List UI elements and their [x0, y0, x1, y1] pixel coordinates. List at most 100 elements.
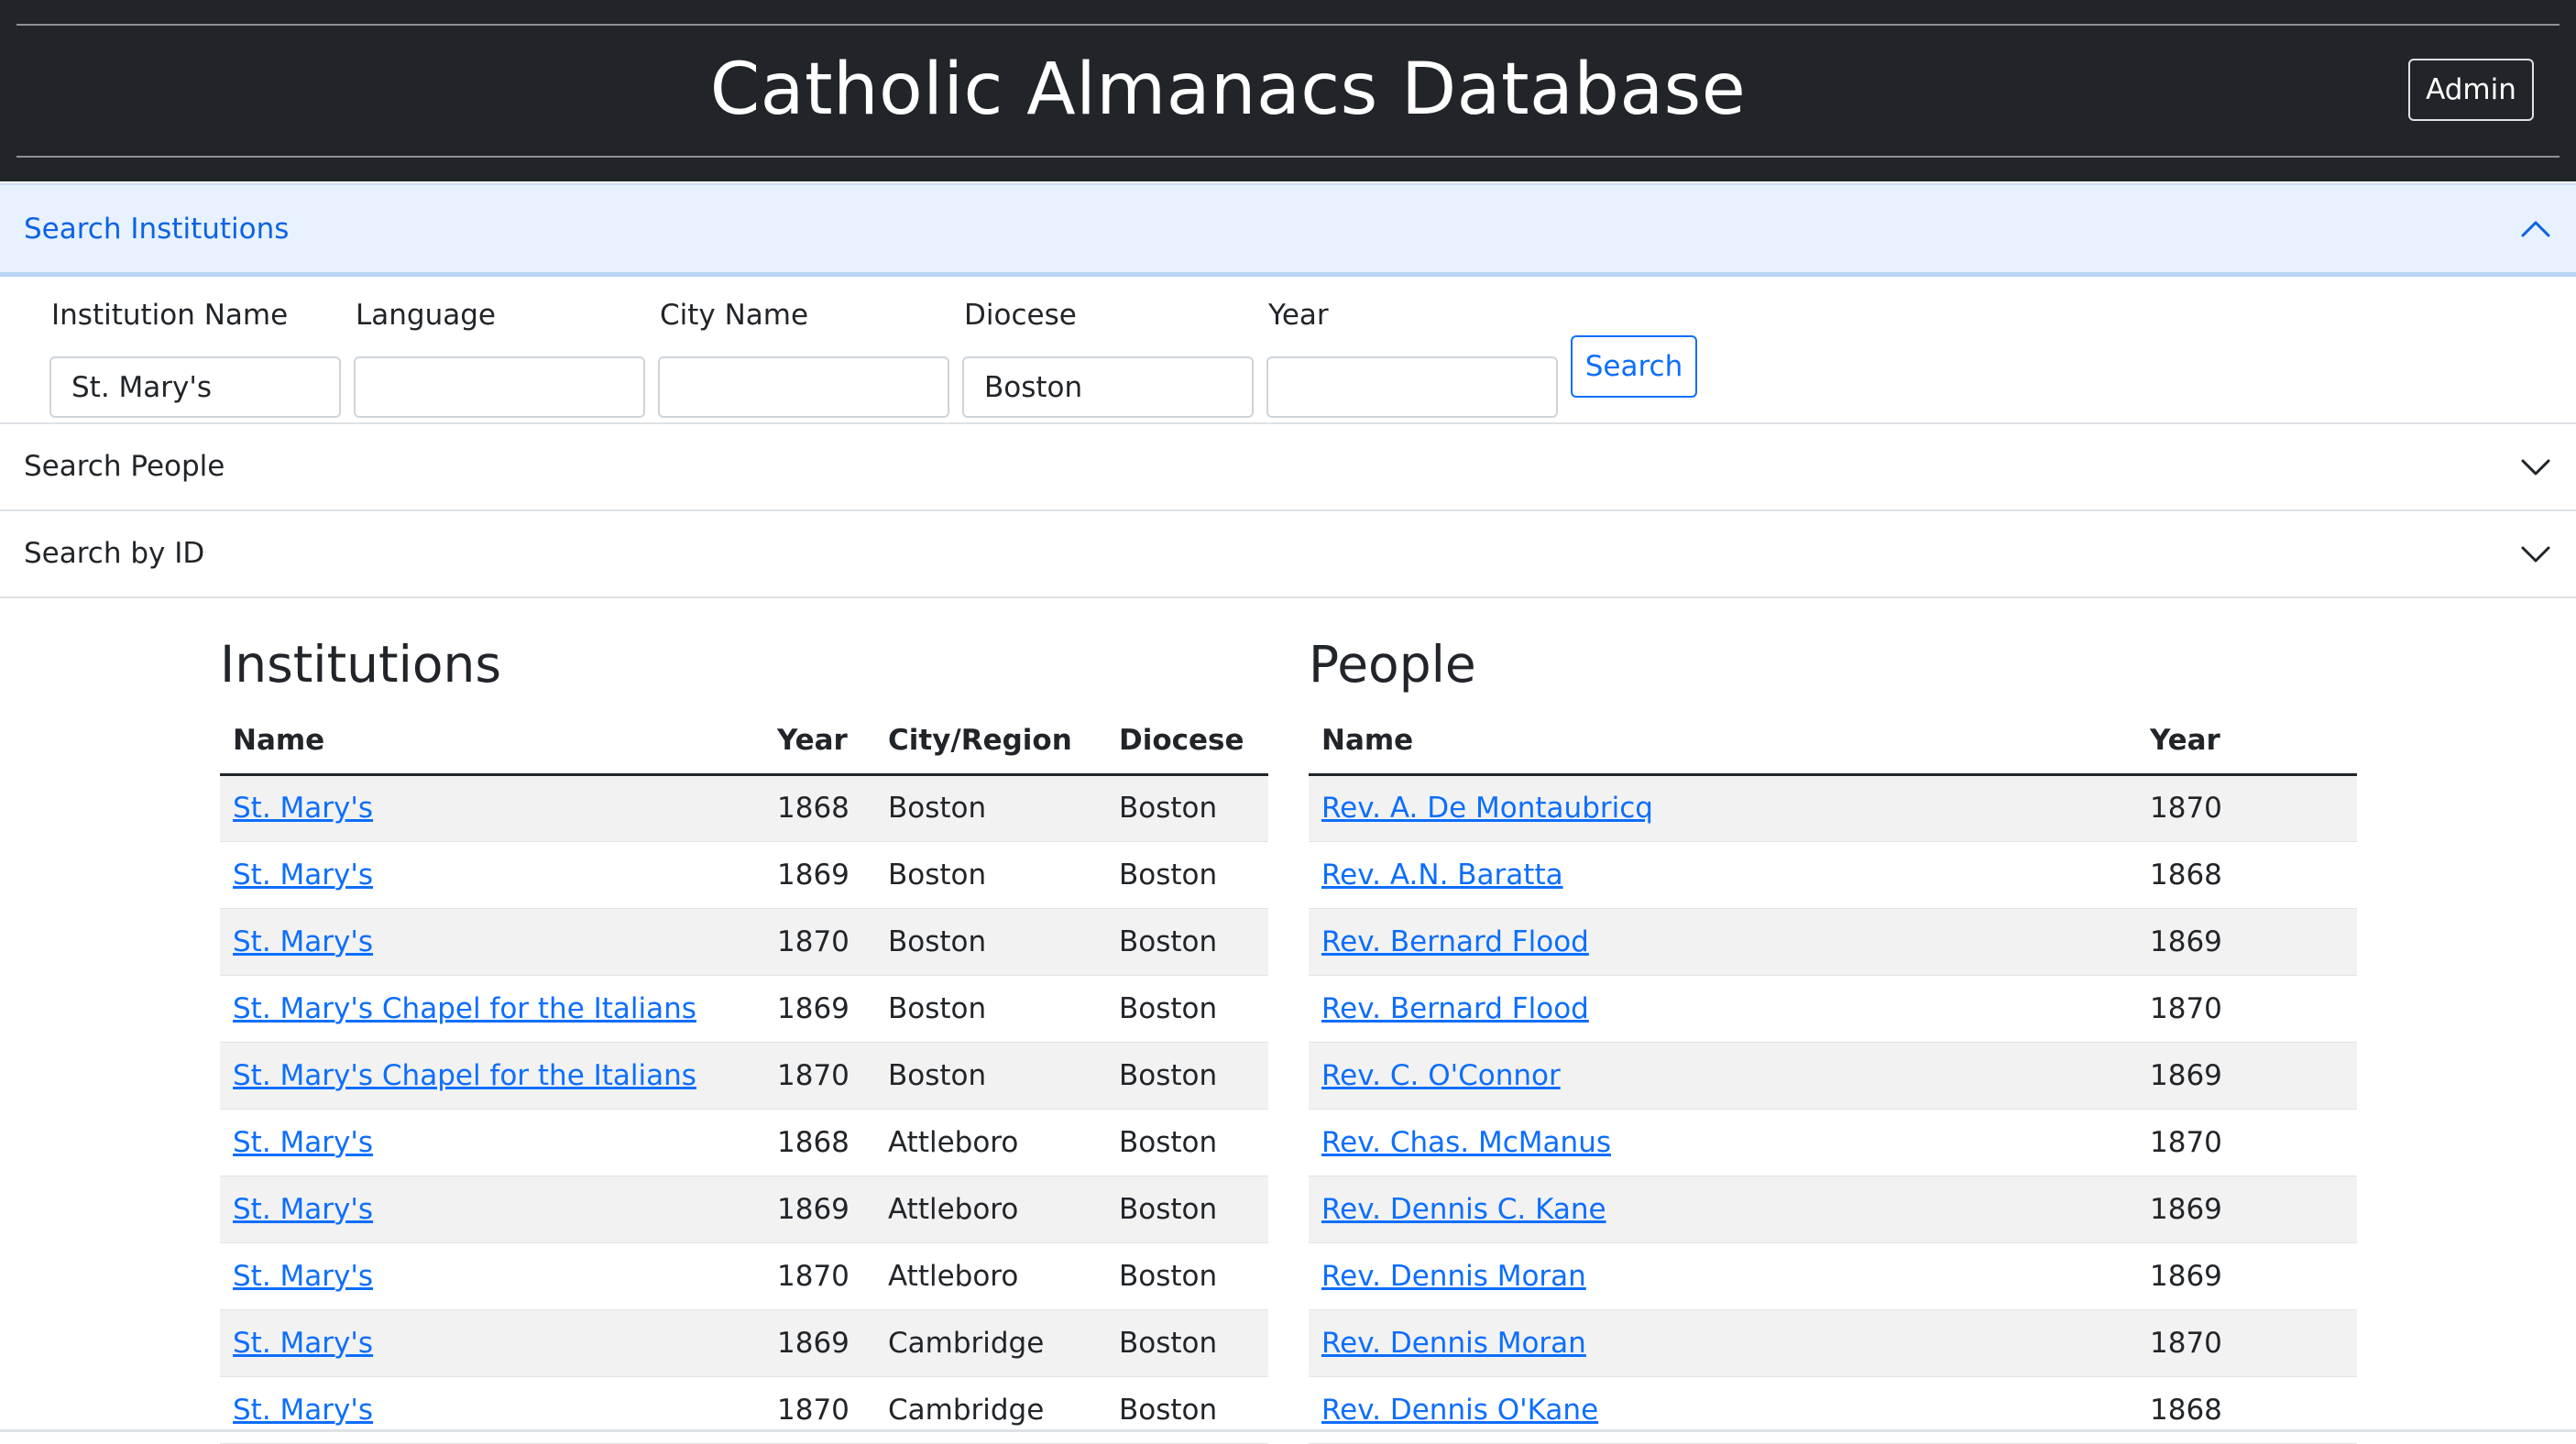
institution-city-cell: Boston	[875, 908, 1106, 976]
person-year-cell: 1870	[2137, 774, 2357, 842]
language-label: Language	[356, 299, 496, 332]
column-header-city-region[interactable]: City/Region	[875, 708, 1106, 776]
diocese-input[interactable]	[962, 356, 1254, 418]
admin-button[interactable]: Admin	[2408, 59, 2534, 121]
institution-city-cell: Attleboro	[875, 1176, 1106, 1243]
institution-diocese-cell: Boston	[1106, 908, 1268, 976]
person-year-cell: 1870	[2137, 975, 2357, 1043]
table-row: Rev. Dennis Moran 1870	[1309, 1309, 2357, 1377]
search-button[interactable]: Search	[1571, 335, 1697, 398]
city-name-label: City Name	[660, 299, 809, 332]
person-link[interactable]: Rev. Dennis Moran	[1321, 1327, 1586, 1360]
table-row: Rev. Dennis Moran 1869	[1309, 1242, 2357, 1310]
institution-name-cell: St. Mary's Chapel for the Italians	[220, 1042, 764, 1110]
diocese-field: Diocese	[962, 297, 1254, 418]
accordion-search-people-header[interactable]: Search People	[0, 424, 2576, 511]
institution-link[interactable]: St. Mary's	[233, 1193, 373, 1226]
institution-city-cell: Boston	[875, 774, 1106, 842]
table-header-row: Name Year City/Region Diocese	[220, 708, 1268, 776]
person-name-cell: Rev. Chas. McManus	[1309, 1109, 2137, 1176]
institution-year-cell: 1868	[764, 1109, 875, 1176]
accordion-search-by-id-header[interactable]: Search by ID	[0, 511, 2576, 598]
institution-name-cell: St. Mary's	[220, 841, 764, 909]
table-row: St. Mary's 1870 Attleboro Boston	[220, 1242, 1268, 1310]
institution-diocese-cell: Boston	[1106, 975, 1268, 1043]
person-year-cell: 1869	[2137, 1042, 2357, 1110]
table-row: Rev. Dennis C. Kane 1869	[1309, 1176, 2357, 1243]
institution-city-cell: Attleboro	[875, 1242, 1106, 1310]
column-header-name[interactable]: Name	[220, 708, 764, 776]
institution-link[interactable]: St. Mary's Chapel for the Italians	[233, 992, 696, 1025]
institution-year-cell: 1869	[764, 975, 875, 1043]
institution-link[interactable]: St. Mary's	[233, 925, 373, 958]
accordion-search-by-id-label: Search by ID	[24, 537, 205, 570]
column-header-year[interactable]: Year	[2137, 708, 2357, 776]
year-label: Year	[1268, 299, 1329, 332]
table-row: St. Mary's 1869 Boston Boston	[220, 841, 1268, 909]
institution-diocese-cell: Boston	[1106, 1176, 1268, 1243]
year-input[interactable]	[1266, 356, 1558, 418]
language-input[interactable]	[354, 356, 645, 418]
table-row: Rev. Chas. McManus 1870	[1309, 1109, 2357, 1176]
table-row: St. Mary's 1868 Attleboro Boston	[220, 1109, 1268, 1176]
person-year-cell: 1869	[2137, 1242, 2357, 1310]
institution-city-cell: Boston	[875, 1042, 1106, 1110]
person-name-cell: Rev. Dennis Moran	[1309, 1242, 2137, 1310]
table-row: St. Mary's Chapel for the Italians 1869 Bo…	[220, 975, 1268, 1043]
institution-link[interactable]: St. Mary's	[233, 1260, 373, 1293]
table-header-row: Name Year	[1309, 708, 2357, 776]
table-row: Rev. Bernard Flood 1869	[1309, 908, 2357, 976]
accordion-search-institutions-label: Search Institutions	[24, 213, 290, 246]
table-row: Rev. C. O'Connor 1869	[1309, 1042, 2357, 1110]
institution-link[interactable]: St. Mary's	[233, 792, 373, 825]
table-row: St. Mary's 1870 Boston Boston	[220, 908, 1268, 976]
institution-year-cell: 1869	[764, 841, 875, 909]
people-heading: People	[1309, 635, 1476, 694]
person-link[interactable]: Rev. Bernard Flood	[1321, 992, 1589, 1025]
person-link[interactable]: Rev. A.N. Baratta	[1321, 859, 1563, 892]
person-link[interactable]: Rev. Chas. McManus	[1321, 1126, 1611, 1159]
person-link[interactable]: Rev. Bernard Flood	[1321, 925, 1589, 958]
diocese-label: Diocese	[964, 299, 1077, 332]
person-link[interactable]: Rev. A. De Montaubricq	[1321, 792, 1653, 825]
person-name-cell: Rev. Bernard Flood	[1309, 975, 2137, 1043]
institution-name-field: Institution Name	[49, 297, 341, 418]
person-name-cell: Rev. Dennis O'Kane	[1309, 1376, 2137, 1444]
institution-name-cell: St. Mary's	[220, 1309, 764, 1377]
institution-year-cell: 1868	[764, 774, 875, 842]
accordion-search-institutions-header[interactable]: Search Institutions	[0, 183, 2576, 277]
institution-link[interactable]: St. Mary's Chapel for the Italians	[233, 1059, 696, 1092]
year-field: Year	[1266, 297, 1558, 418]
institution-diocese-cell: Boston	[1106, 841, 1268, 909]
institution-year-cell: 1870	[764, 908, 875, 976]
institution-link[interactable]: St. Mary's	[233, 859, 373, 892]
person-link[interactable]: Rev. Dennis O'Kane	[1321, 1394, 1598, 1427]
institution-year-cell: 1870	[764, 1042, 875, 1110]
chevron-down-icon	[2521, 546, 2550, 563]
institution-year-cell: 1869	[764, 1309, 875, 1377]
institution-link[interactable]: St. Mary's	[233, 1126, 373, 1159]
column-header-diocese[interactable]: Diocese	[1106, 708, 1268, 776]
person-link[interactable]: Rev. Dennis Moran	[1321, 1260, 1586, 1293]
city-name-input[interactable]	[658, 356, 949, 418]
person-name-cell: Rev. C. O'Connor	[1309, 1042, 2137, 1110]
table-row: St. Mary's Chapel for the Italians 1870 Bo…	[220, 1042, 1268, 1110]
person-name-cell: Rev. A.N. Baratta	[1309, 841, 2137, 909]
institution-name-cell: St. Mary's Chapel for the Italians	[220, 975, 764, 1043]
institution-link[interactable]: St. Mary's	[233, 1327, 373, 1360]
table-row: St. Mary's 1868 Boston Boston	[220, 774, 1268, 842]
app-header: Catholic Almanacs Database Admin	[0, 0, 2576, 181]
institution-name-input[interactable]	[49, 356, 341, 418]
person-name-cell: Rev. A. De Montaubricq	[1309, 774, 2137, 842]
table-row: Rev. Bernard Flood 1870	[1309, 975, 2357, 1043]
table-row: St. Mary's 1869 Attleboro Boston	[220, 1176, 1268, 1243]
institution-year-cell: 1870	[764, 1376, 875, 1444]
column-header-year[interactable]: Year	[764, 708, 875, 776]
person-link[interactable]: Rev. C. O'Connor	[1321, 1059, 1561, 1092]
institution-link[interactable]: St. Mary's	[233, 1394, 373, 1427]
person-link[interactable]: Rev. Dennis C. Kane	[1321, 1193, 1606, 1226]
column-header-name[interactable]: Name	[1309, 708, 2137, 776]
person-year-cell: 1870	[2137, 1309, 2357, 1377]
institution-diocese-cell: Boston	[1106, 1376, 1268, 1444]
institution-diocese-cell: Boston	[1106, 1109, 1268, 1176]
